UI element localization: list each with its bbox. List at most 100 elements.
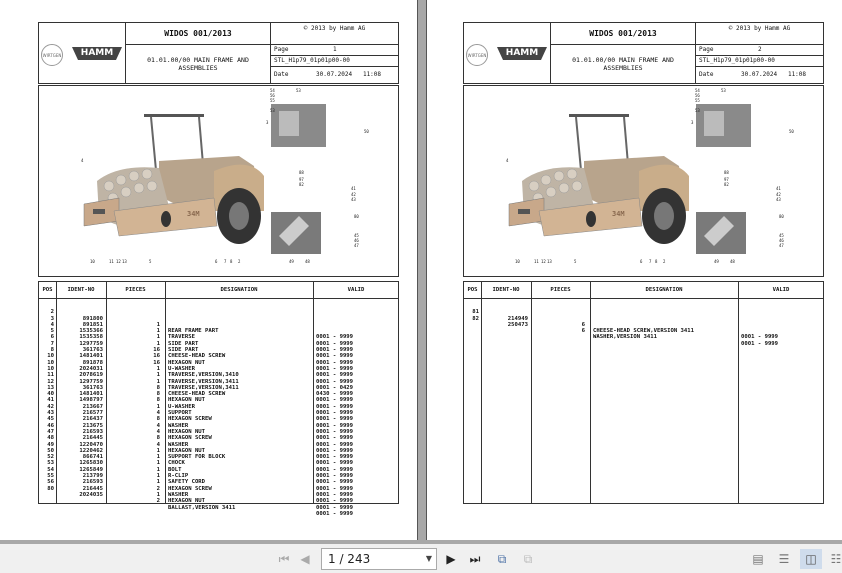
column-header: DESIGNATION [590, 282, 738, 299]
last-page-icon[interactable]: ⏭ [466, 551, 484, 567]
callout-label: 2 [238, 259, 241, 264]
hamm-logo: HAMM [72, 47, 122, 60]
page-indicator: 1 / 243 [328, 552, 371, 566]
callout-label: 6 [215, 259, 218, 264]
svg-text:34M: 34M [612, 210, 625, 218]
callout-label: 53 [270, 108, 275, 113]
wirtgen-group-logo: WIRTGEN [466, 44, 488, 66]
callout-label: 2 [663, 259, 666, 264]
callout-label: 50 [364, 129, 369, 134]
first-page-icon[interactable]: ⏮ [276, 551, 292, 567]
callout-label: 88 [724, 170, 729, 175]
logo-cell: WIRTGEN HAMM [39, 23, 126, 83]
callout-label: 49 [714, 259, 719, 264]
exploded-view-image: 34M 54 53 56 55 53 50 3 4 88 97 82 41 42 43 80 45 46 47 49… [38, 85, 399, 277]
callout-label: 6 [640, 259, 643, 264]
callout-label: 3 [691, 120, 694, 125]
pieces-cell: 6 [581, 328, 585, 335]
exploded-view-image: 34M 54 53 56 55 53 50 3 4 88 97 82 41 42 43 80 45 46 47 49… [463, 85, 824, 277]
date-field: Date 30.07.2024 11:08 [271, 66, 399, 83]
callout-label: 47 [779, 243, 784, 248]
callout-label: 55 [270, 98, 275, 103]
column-header: POS [464, 282, 481, 299]
next-page-icon[interactable]: ▶ [444, 551, 458, 567]
document-title: WIDOS 001/2013 [551, 23, 696, 45]
document-title: WIDOS 001/2013 [126, 23, 271, 45]
section-title: 01.01.00/00 MAIN FRAME AND ASSEMBLIES [551, 45, 696, 83]
section-title-line: 01.01.00/00 MAIN FRAME AND [572, 56, 674, 64]
logo-cell: WIRTGEN HAMM [464, 23, 551, 83]
page-field: Page 2 [696, 44, 824, 55]
callout-label: 4 [506, 158, 509, 163]
callout-label: 41 [776, 186, 781, 191]
roller-drawing: 34M [508, 104, 751, 254]
callout-label: 7 [649, 259, 652, 264]
pos-cell: 82 [472, 315, 479, 322]
callout-label: 4 [81, 158, 84, 163]
callout-label: 41 [351, 186, 356, 191]
page-field: Page 1 [271, 44, 399, 55]
navigation-toolbar: ⏮ ◀ 1 / 243 ▼ ▶ ⏭ ⧉ ⧉ ▤ ☰ ◫ ☷ [0, 544, 842, 573]
page-label: Page [274, 46, 289, 53]
section-title-line: 01.01.00/00 MAIN FRAME AND [147, 56, 249, 64]
column-header: VALID [738, 282, 824, 299]
hamm-logo: HAMM [497, 47, 547, 60]
roller-drawing: 34M [83, 104, 326, 254]
parts-table: POS IDENT-NO PIECES DESIGNATION VALID 2 … [38, 281, 400, 517]
section-title-line: ASSEMBLIES [178, 64, 218, 72]
copyright: © 2013 by Hamm AG [303, 25, 366, 32]
parts-list-page: WIRTGEN HAMM WIDOS 001/2013 © 2013 by Ha… [38, 22, 400, 517]
column-header: DESIGNATION [165, 282, 313, 299]
ident-cell: 2024035 [79, 491, 103, 498]
single-page-view-icon[interactable]: ▤ [750, 551, 766, 567]
page-number: 1 [333, 46, 337, 53]
callout-label: 47 [354, 243, 359, 248]
machine-illustration: 34M 54 5356555350348897824142438045464749… [506, 88, 794, 264]
section-title: 01.01.00/00 MAIN FRAME AND ASSEMBLIES [126, 45, 271, 83]
page-number: 2 [758, 46, 762, 53]
go-forward-view-icon[interactable]: ⧉ [518, 551, 538, 567]
callout-label: 5 [574, 259, 577, 264]
callout-label: 5 [149, 259, 152, 264]
callout-label: 10 [515, 259, 520, 264]
doc-code: STL_H1p79_01p01p00-00 [696, 55, 824, 66]
column-header: PIECES [531, 282, 590, 299]
page-number-select[interactable]: 1 / 243 ▼ [321, 548, 437, 570]
callout-label: 11 [109, 259, 114, 264]
column-header: IDENT-NO [481, 282, 531, 299]
callout-label: 48 [730, 259, 735, 264]
callout-label: 82 [299, 182, 304, 187]
table-row: 80 2024035 2 BALLAST,VERSION 3411 0001 -… [39, 479, 400, 517]
page-label: Page [699, 46, 714, 53]
callout-label: 82 [724, 182, 729, 187]
go-back-view-icon[interactable]: ⧉ [492, 551, 512, 567]
ident-cell: 250473 [507, 321, 528, 328]
callout-label: 8 [230, 259, 233, 264]
date-label: Date [274, 71, 289, 78]
table-row: 82 250473 6 WASHER,VERSION 3411 0001 - 9… [464, 309, 825, 347]
callout-label: 49 [289, 259, 294, 264]
continuous-view-icon[interactable]: ☰ [776, 551, 792, 567]
parts-list-page: WIRTGEN HAMM WIDOS 001/2013 © 2013 by Ha… [463, 22, 824, 504]
valid-cell: 0001 - 9999 [741, 340, 779, 347]
previous-page-icon[interactable]: ◀ [298, 551, 312, 567]
callout-label: 88 [299, 170, 304, 175]
copyright: © 2013 by Hamm AG [728, 25, 791, 32]
column-header: IDENT-NO [56, 282, 106, 299]
callout-label: 13 [122, 259, 127, 264]
two-page-view-icon[interactable]: ◫ [800, 549, 822, 569]
date-label: Date [699, 71, 714, 78]
callout-label: 12 [116, 259, 121, 264]
parts-table: POS IDENT-NO PIECES DESIGNATION VALID 81… [463, 281, 824, 504]
page-gap [417, 0, 427, 541]
callout-label: 3 [266, 120, 269, 125]
two-page-continuous-view-icon[interactable]: ☷ [828, 551, 842, 567]
date-value: 30.07.2024 11:08 [316, 71, 382, 78]
callout-label: 53 [721, 88, 726, 93]
chevron-down-icon: ▼ [425, 554, 432, 563]
column-header: POS [39, 282, 56, 299]
designation-cell: WASHER,VERSION 3411 [593, 334, 657, 341]
column-header: PIECES [106, 282, 165, 299]
callout-label: 12 [541, 259, 546, 264]
page-header: WIRTGEN HAMM WIDOS 001/2013 © 2013 by Ha… [38, 22, 399, 84]
